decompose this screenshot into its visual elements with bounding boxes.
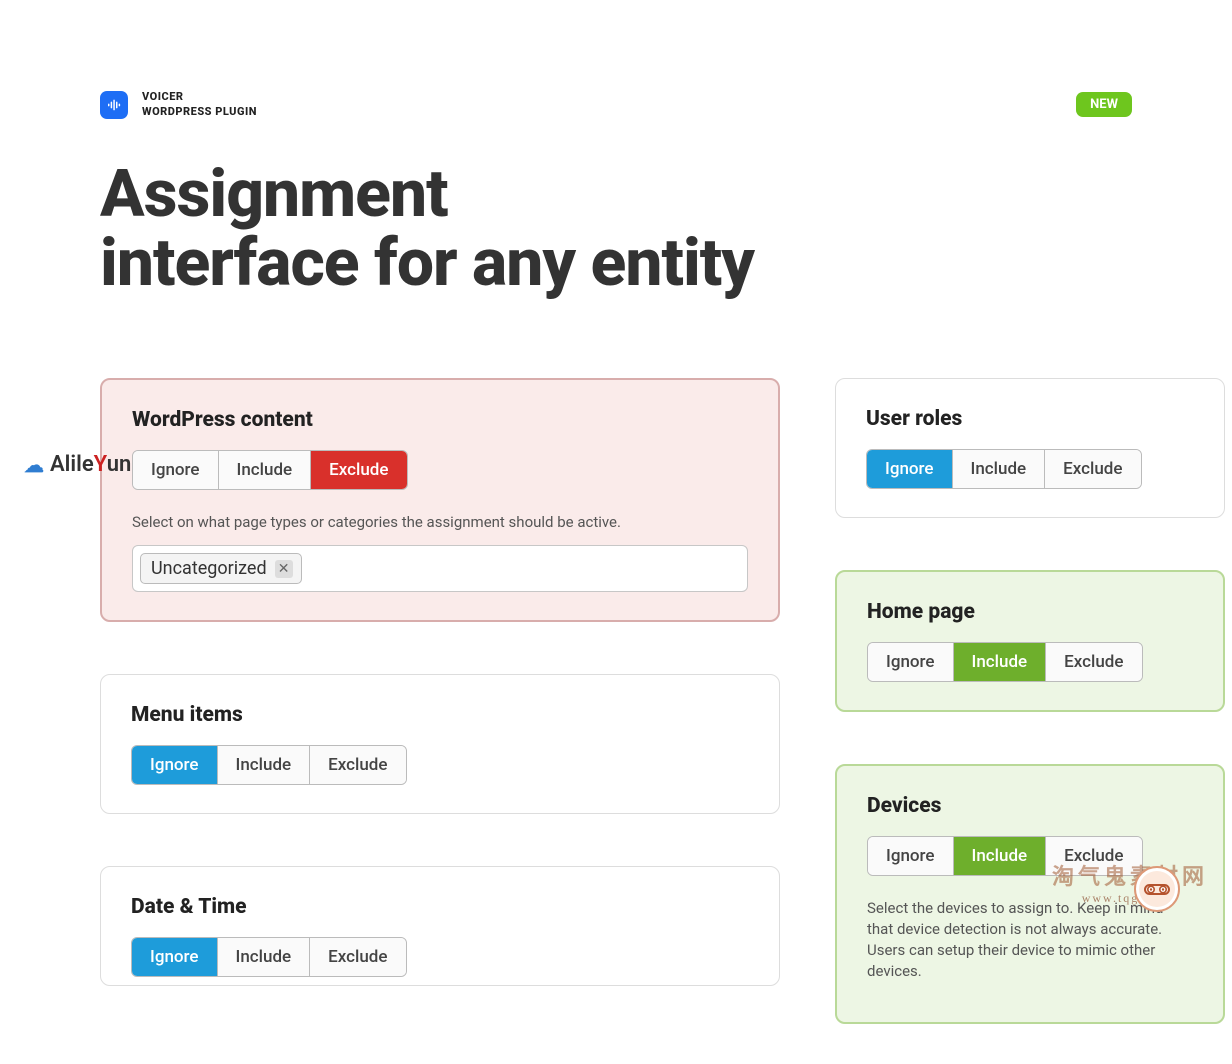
ignore-button[interactable]: Ignore bbox=[132, 746, 218, 784]
soundwave-icon bbox=[106, 97, 122, 113]
ignore-button[interactable]: Ignore bbox=[867, 450, 953, 488]
card-heading: Devices bbox=[867, 794, 1193, 818]
chip-label: Uncategorized bbox=[151, 558, 267, 579]
exclude-button[interactable]: Exclude bbox=[310, 938, 405, 976]
include-button[interactable]: Include bbox=[953, 450, 1046, 488]
exclude-button[interactable]: Exclude bbox=[311, 451, 406, 489]
cloud-icon: ☁ bbox=[24, 453, 44, 477]
brand-line1: VOICER bbox=[142, 90, 257, 105]
brand-line2: WORDPRESS PLUGIN bbox=[142, 105, 257, 120]
new-badge: NEW bbox=[1076, 92, 1132, 117]
card-heading: Home page bbox=[867, 600, 1193, 624]
exclude-button[interactable]: Exclude bbox=[1046, 643, 1141, 681]
ignore-button[interactable]: Ignore bbox=[132, 938, 218, 976]
category-chip: Uncategorized ✕ bbox=[140, 553, 302, 584]
card-heading: Date & Time bbox=[131, 895, 749, 919]
watermark-tqge: 淘气鬼素材网 www.tqge.com bbox=[1052, 859, 1208, 906]
ignore-button[interactable]: Ignore bbox=[868, 837, 954, 875]
include-button[interactable]: Include bbox=[219, 451, 312, 489]
card-home-page: Home page Ignore Include Exclude bbox=[835, 570, 1225, 712]
face-icon bbox=[1137, 869, 1177, 909]
segmented-control: Ignore Include Exclude bbox=[131, 937, 407, 977]
exclude-button[interactable]: Exclude bbox=[1045, 450, 1140, 488]
segmented-control: Ignore Include Exclude bbox=[866, 449, 1142, 489]
include-button[interactable]: Include bbox=[954, 643, 1047, 681]
card-date-time: Date & Time Ignore Include Exclude bbox=[100, 866, 780, 986]
include-button[interactable]: Include bbox=[218, 746, 311, 784]
brand-text: VOICER WORDPRESS PLUGIN bbox=[142, 90, 257, 120]
exclude-button[interactable]: Exclude bbox=[310, 746, 405, 784]
voicer-logo bbox=[100, 91, 128, 119]
chip-remove-icon[interactable]: ✕ bbox=[275, 560, 293, 578]
segmented-control: Ignore Include Exclude bbox=[132, 450, 408, 490]
segmented-control: Ignore Include Exclude bbox=[867, 642, 1143, 682]
card-user-roles: User roles Ignore Include Exclude bbox=[835, 378, 1225, 518]
card-menu-items: Menu items Ignore Include Exclude bbox=[100, 674, 780, 814]
page-title: Assignment interface for any entity bbox=[100, 160, 1232, 299]
category-tag-input[interactable]: Uncategorized ✕ bbox=[132, 545, 748, 592]
helper-text: Select the devices to assign to. Keep in… bbox=[867, 898, 1193, 982]
segmented-control: Ignore Include Exclude bbox=[131, 745, 407, 785]
ignore-button[interactable]: Ignore bbox=[868, 643, 954, 681]
include-button[interactable]: Include bbox=[954, 837, 1047, 875]
watermark-avatar bbox=[1134, 866, 1180, 912]
include-button[interactable]: Include bbox=[218, 938, 311, 976]
watermark-alileyun: ☁ AlileYun bbox=[24, 452, 131, 477]
helper-text: Select on what page types or categories … bbox=[132, 512, 748, 533]
card-heading: WordPress content bbox=[132, 408, 748, 432]
card-wordpress-content: WordPress content Ignore Include Exclude… bbox=[100, 378, 780, 622]
card-heading: User roles bbox=[866, 407, 1194, 431]
ignore-button[interactable]: Ignore bbox=[133, 451, 219, 489]
card-heading: Menu items bbox=[131, 703, 749, 727]
